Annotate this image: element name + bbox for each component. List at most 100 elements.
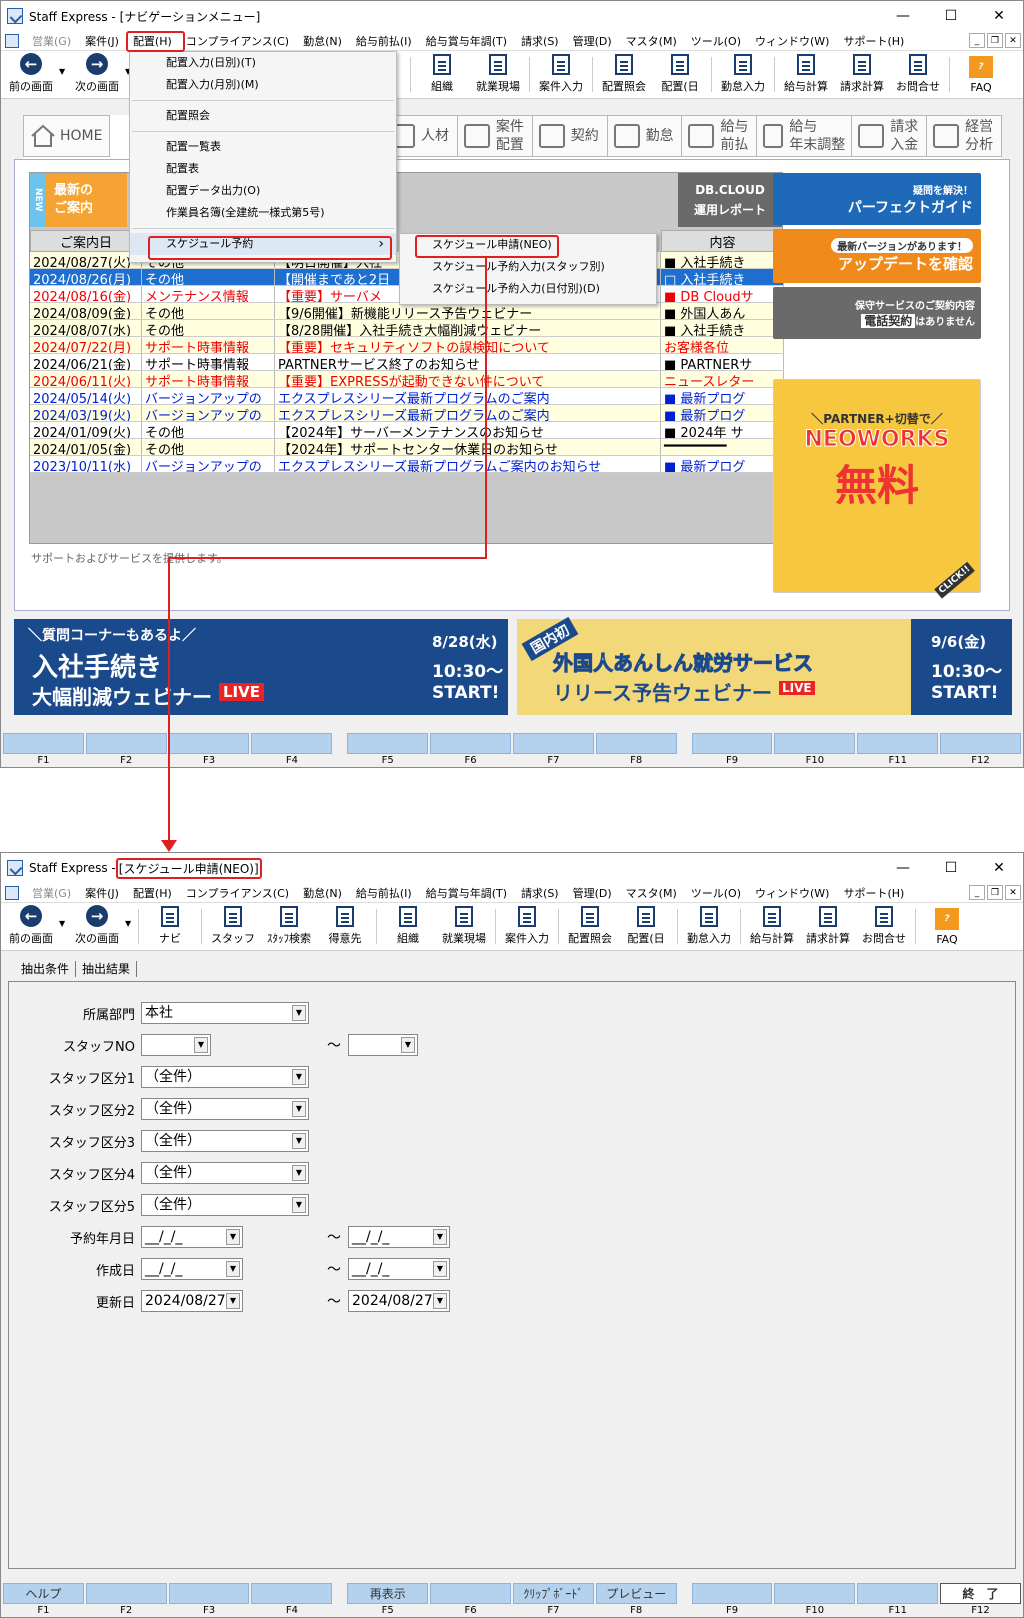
toolbar-button-1[interactable]: → 次の画面	[69, 51, 125, 98]
field-combo[interactable]: （全件） ▼	[141, 1162, 309, 1184]
nav-tab-0[interactable]: HOME	[23, 115, 111, 157]
function-key-f10[interactable]: F10	[774, 1583, 856, 1617]
news-row[interactable]: 2024/01/05(金) その他 【2024年】サポートセンター休業日のお知らせ ━…	[30, 439, 784, 456]
function-key-f4[interactable]: F4	[251, 1583, 333, 1617]
menu-item-11[interactable]: ウィンドウ(W)	[748, 885, 836, 901]
menu-item-7[interactable]: 請求(S)	[514, 33, 566, 49]
function-key-button[interactable]	[940, 733, 1021, 754]
menu-item-12[interactable]: サポート(H)	[836, 33, 911, 49]
function-key-button[interactable]	[430, 733, 511, 754]
function-key-button[interactable]	[430, 1583, 511, 1604]
mdi-minimize-button[interactable]: _	[969, 33, 985, 48]
menu-item-10[interactable]: ツール(O)	[684, 33, 748, 49]
menu-item-0[interactable]: 営業(G)	[25, 33, 78, 49]
toolbar-button-4[interactable]: ｽﾀｯﾌ検索	[261, 903, 317, 950]
function-key-f2[interactable]: F2	[85, 1583, 167, 1617]
chevron-down-icon[interactable]: ▼	[433, 1229, 447, 1245]
chevron-down-icon[interactable]: ▼	[226, 1261, 240, 1277]
chevron-down-icon[interactable]: ▼	[401, 1037, 415, 1053]
toolbar-button-2[interactable]: ナビ	[142, 903, 198, 950]
menu-item-11[interactable]: ウィンドウ(W)	[748, 33, 836, 49]
function-key-f9[interactable]: F9	[691, 1583, 773, 1617]
submenu-item-1[interactable]: スケジュール予約入力(スタッフ別)	[400, 256, 656, 278]
toolbar-button-11[interactable]: ? FAQ	[953, 51, 1009, 98]
function-key-button[interactable]: 再表示	[347, 1583, 429, 1604]
menu-item-9[interactable]: マスタ(M)	[619, 885, 684, 901]
function-key-f8[interactable]: F8	[595, 733, 677, 767]
news-row[interactable]: 2024/08/07(水) その他 【8/28開催】入社手続き大幅削減ウェビナー ■ …	[30, 320, 784, 337]
toolbar-button-6[interactable]: 配置(日	[652, 51, 708, 98]
menu-item-5[interactable]: 給与前払(I)	[349, 33, 419, 49]
function-key-f1[interactable]: ヘルプ F1	[3, 1583, 84, 1617]
nav-tab-2[interactable]: 案件 配置	[456, 115, 533, 157]
chevron-down-icon[interactable]: ▼	[433, 1261, 447, 1277]
function-key-f10[interactable]: F10	[774, 733, 856, 767]
function-key-button[interactable]	[774, 733, 856, 754]
function-key-button[interactable]	[251, 1583, 333, 1604]
toolbar-button-3[interactable]: 就業現場	[470, 51, 526, 98]
toolbar-button-11[interactable]: 勤怠入力	[681, 903, 737, 950]
toolbar-button-10[interactable]: お問合せ	[890, 51, 946, 98]
menu-item-placement-6[interactable]: 作業員名簿(全建統一様式第5号)	[130, 202, 396, 224]
support-contract-ad[interactable]: 保守サービスのご契約内容 電話契約 はありません	[773, 287, 981, 339]
close-button[interactable]: ✕	[975, 1, 1023, 31]
mdi-close-button[interactable]: ✕	[1005, 33, 1021, 48]
menu-item-1[interactable]: 案件(J)	[78, 885, 126, 901]
function-key-f6[interactable]: F6	[430, 1583, 511, 1617]
neoworks-ad[interactable]: ＼PARTNER+切替で／ NEOWORKS 無料 CLICK!!	[773, 379, 981, 599]
nav-tab-7[interactable]: 請求 入金	[851, 115, 928, 157]
toolbar-button-3[interactable]: スタッフ	[205, 903, 261, 950]
function-key-button[interactable]	[774, 1583, 856, 1604]
chevron-down-icon[interactable]: ▼	[433, 1293, 447, 1309]
field-combo[interactable]: （全件） ▼	[141, 1066, 309, 1088]
function-key-button[interactable]: 終 了	[940, 1583, 1021, 1604]
function-key-button[interactable]	[595, 733, 677, 754]
menu-item-3[interactable]: コンプライアンス(C)	[179, 33, 296, 49]
nav-tab-4[interactable]: 勤怠	[606, 115, 683, 157]
function-key-button[interactable]	[691, 1583, 773, 1604]
function-key-f2[interactable]: F2	[85, 733, 167, 767]
menu-item-3[interactable]: コンプライアンス(C)	[179, 885, 296, 901]
function-key-f3[interactable]: F3	[168, 733, 250, 767]
menu-item-10[interactable]: ツール(O)	[684, 885, 748, 901]
menu-item-7[interactable]: 請求(S)	[514, 885, 566, 901]
chevron-down-icon[interactable]: ▼	[292, 1133, 306, 1149]
chevron-down-icon[interactable]: ▼	[292, 1069, 306, 1085]
menu-item-5[interactable]: 給与前払(I)	[349, 885, 419, 901]
field-combo-to[interactable]: __/_/_ ▼	[348, 1226, 450, 1248]
toolbar-button-9[interactable]: 請求計算	[834, 51, 890, 98]
function-key-f3[interactable]: F3	[168, 1583, 250, 1617]
function-key-button[interactable]	[3, 733, 84, 754]
menu-item-placement-3[interactable]: 配置一覧表	[130, 136, 396, 158]
news-row[interactable]: 2024/01/09(火) その他 【2024年】サーバーメンテナンスのお知らせ ■ …	[30, 422, 784, 439]
mdi-close-button[interactable]: ✕	[1005, 885, 1021, 900]
function-key-f9[interactable]: F9	[691, 733, 773, 767]
toolbar-button-2[interactable]: 組織	[414, 51, 470, 98]
perfect-guide-ad[interactable]: 疑問を解決！ パーフェクトガイド	[773, 173, 981, 225]
menu-item-6[interactable]: 給与賞与年調(T)	[419, 885, 514, 901]
function-key-f6[interactable]: F6	[430, 733, 511, 767]
menu-item-4[interactable]: 勤怠(N)	[296, 885, 349, 901]
menu-item-0[interactable]: 営業(G)	[25, 885, 78, 901]
toolbar-button-6[interactable]: 組織	[380, 903, 436, 950]
field-combo[interactable]: （全件） ▼	[141, 1098, 309, 1120]
chevron-down-icon[interactable]: ▼	[292, 1101, 306, 1117]
nav-tab-8[interactable]: 経営 分析	[926, 115, 1003, 157]
toolbar-button-5[interactable]: 得意先	[317, 903, 373, 950]
maximize-button[interactable]: ☐	[927, 853, 975, 883]
minimize-button[interactable]: —	[879, 853, 927, 883]
news-row[interactable]: 2024/06/21(金) サポート時事情報 PARTNERサービス終了のお知らせ ■…	[30, 354, 784, 371]
function-key-button[interactable]: プレビュー	[595, 1583, 677, 1604]
toolbar-button-12[interactable]: 給与計算	[744, 903, 800, 950]
toolbar-button-5[interactable]: 配置照会	[596, 51, 652, 98]
mdi-restore-button[interactable]: ❐	[987, 33, 1003, 48]
toolbar-button-7[interactable]: 勤怠入力	[715, 51, 771, 98]
news-row[interactable]: 2023/10/11(水) バージョンアップの エクスプレスシリーズ最新プログラムご…	[30, 456, 784, 473]
function-key-button[interactable]: ｸﾘｯﾌﾟﾎﾞｰﾄﾞ	[512, 1583, 594, 1604]
mdi-restore-button[interactable]: ❐	[987, 885, 1003, 900]
banner-foreign-worker-webinar[interactable]: 国内初 外国人あんしん就労サービス リリース予告ウェビナー LIVE 9/6(金…	[517, 616, 1012, 715]
banner-onboarding-webinar[interactable]: ＼質問コーナーもあるよ／ 入社手続き 大幅削減ウェビナー LIVE 8/28(水…	[14, 619, 508, 715]
menu-item-placement-5[interactable]: 配置データ出力(O)	[130, 180, 396, 202]
toolbar-button-15[interactable]: ? FAQ	[919, 903, 975, 950]
function-key-button[interactable]	[251, 733, 333, 754]
